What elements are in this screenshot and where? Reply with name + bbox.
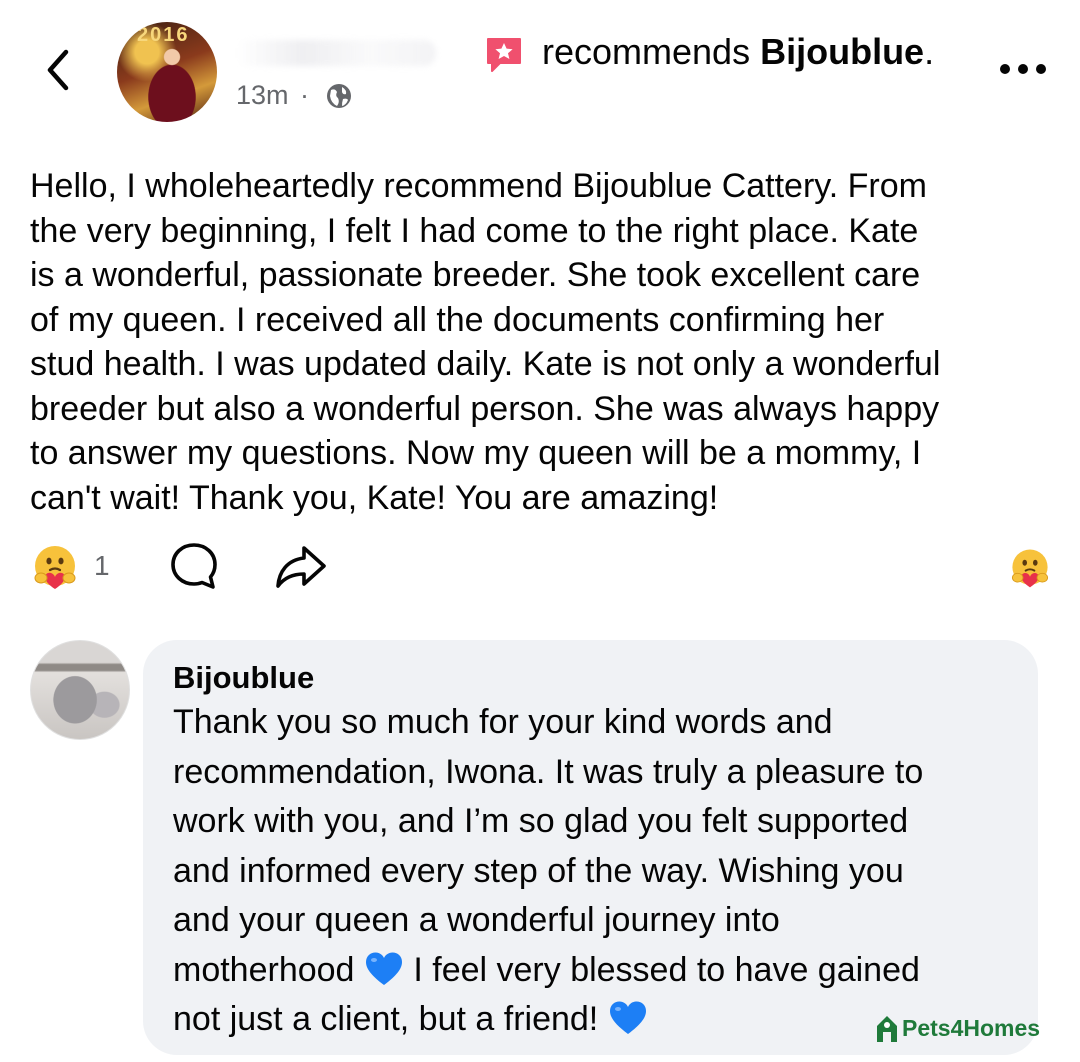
care-emoji-icon xyxy=(1011,549,1049,588)
comment-button[interactable] xyxy=(168,540,220,592)
post-body-text: Hello, I wholeheartedly recommend Bijoub… xyxy=(30,167,941,517)
author-name-redacted xyxy=(236,40,436,66)
recommends-prefix: recommends xyxy=(542,31,751,72)
avatar-year-text: 2016 xyxy=(137,24,190,46)
separator-dot: · xyxy=(300,80,309,110)
recommends-line: recommends Bijoublue. xyxy=(542,31,934,73)
more-options-button[interactable] xyxy=(1000,62,1046,76)
reaction-count[interactable]: 1 xyxy=(94,550,110,582)
react-button[interactable] xyxy=(1008,546,1052,590)
comment-body-text: Thank you so much for your kind words an… xyxy=(173,698,1023,1045)
author-avatar[interactable]: 2016 xyxy=(117,22,217,122)
comment-author-name[interactable]: Bijoublue xyxy=(173,660,314,696)
commenter-avatar[interactable] xyxy=(30,640,130,740)
blue-heart-icon xyxy=(365,952,402,985)
comment-text-part1: Thank you so much for your kind words an… xyxy=(173,703,924,989)
blue-heart-icon xyxy=(609,1001,646,1034)
pets4homes-logo-icon xyxy=(877,1016,897,1042)
chevron-left-icon xyxy=(47,49,69,91)
recommends-suffix: . xyxy=(924,31,935,72)
back-button[interactable] xyxy=(30,40,90,100)
recommended-page-link[interactable]: Bijoublue xyxy=(760,31,924,72)
watermark-text: Pets4Homes xyxy=(902,1014,1041,1041)
care-emoji-icon[interactable] xyxy=(30,542,80,592)
star-badge-icon xyxy=(487,38,521,72)
globe-icon xyxy=(327,84,351,108)
share-arrow-icon xyxy=(276,546,326,588)
watermark: Pets4Homes xyxy=(874,1012,1040,1044)
share-button[interactable] xyxy=(274,542,328,590)
post-timestamp[interactable]: 13m xyxy=(236,80,289,111)
comment-bubble-icon xyxy=(171,543,217,589)
more-horizontal-icon xyxy=(1000,64,1010,74)
